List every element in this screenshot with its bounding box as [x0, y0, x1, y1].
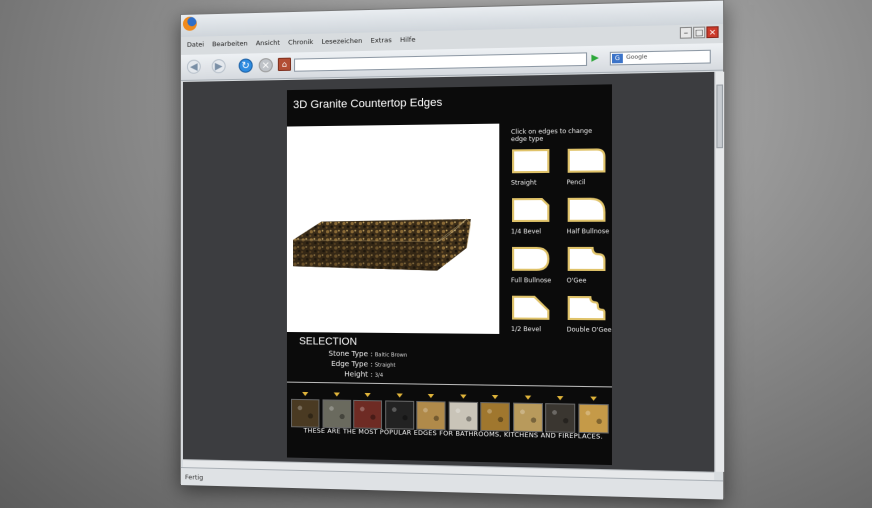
- stop-icon[interactable]: ×: [258, 58, 273, 73]
- vertical-scrollbar[interactable]: [714, 71, 725, 472]
- selection-title: SELECTION: [299, 336, 357, 348]
- preview-panel: [286, 123, 500, 334]
- swatch-arrow-icon: [427, 393, 435, 399]
- menu-ansicht[interactable]: Ansicht: [256, 39, 280, 48]
- edge-pencil-label: Pencil: [566, 178, 586, 187]
- swatch-arrow-icon: [396, 393, 403, 398]
- swatch-arrow-icon: [302, 391, 309, 397]
- menu-datei[interactable]: Datei: [187, 40, 204, 48]
- stone-type-label: Stone Type :: [328, 349, 373, 359]
- minimize-icon[interactable]: –: [679, 26, 693, 39]
- address-bar[interactable]: [294, 52, 588, 72]
- swatch-arrow-icon: [333, 392, 340, 397]
- stone-swatch[interactable]: [480, 402, 510, 432]
- go-arrow-icon[interactable]: ▶: [589, 52, 601, 65]
- forward-arrow-icon[interactable]: ▶: [211, 59, 226, 74]
- search-placeholder: Google: [626, 54, 648, 61]
- edge-full-bullnose-button[interactable]: [511, 246, 551, 272]
- menu-extras[interactable]: Extras: [371, 36, 392, 45]
- page-viewport: 3D Granite Countertop Edges Click on edg…: [182, 71, 715, 472]
- page-title: 3D Granite Countertop Edges: [293, 96, 443, 112]
- search-input[interactable]: G Google: [609, 49, 711, 66]
- swatch-arrow-icon: [491, 394, 499, 400]
- stone-swatch[interactable]: [577, 403, 609, 434]
- stone-swatch[interactable]: [384, 400, 414, 430]
- stone-swatch[interactable]: [353, 399, 383, 430]
- edge-quarter-bevel-button[interactable]: [511, 197, 551, 223]
- edge-type-value: Straight: [374, 362, 396, 369]
- browser-window: – □ × Datei Bearbeiten Ansicht Chronik L…: [180, 0, 725, 500]
- edge-half-bullnose-label: Half Bullnose: [566, 228, 610, 236]
- edge-type-label: Edge Type :: [331, 359, 373, 369]
- edge-hint: Click on edges to change edge type: [510, 127, 593, 144]
- stone-swatch[interactable]: [322, 399, 351, 429]
- edge-double-ogee-label: Double O'Gee: [566, 326, 612, 334]
- firefox-logo-icon: [182, 16, 197, 31]
- back-arrow-icon[interactable]: ◀: [186, 59, 201, 74]
- menu-hilfe[interactable]: Hilfe: [400, 35, 415, 44]
- edge-half-bullnose-button[interactable]: [567, 197, 607, 223]
- swatch-arrow-icon: [364, 392, 371, 398]
- swatch-arrow-icon: [459, 394, 467, 399]
- edge-pencil-button[interactable]: [567, 147, 607, 174]
- google-icon[interactable]: G: [611, 53, 623, 64]
- swatch-arrow-icon: [589, 396, 597, 401]
- stone-type-value: Baltic Brown: [374, 352, 408, 359]
- stone-type-row: Stone Type : Baltic Brown: [311, 349, 408, 359]
- menu-lesezeichen[interactable]: Lesezeichen: [321, 37, 362, 46]
- stone-swatch[interactable]: [416, 400, 446, 431]
- close-icon[interactable]: ×: [706, 26, 719, 39]
- edge-straight-button[interactable]: [511, 148, 551, 174]
- edge-half-bevel-button[interactable]: [511, 295, 551, 321]
- stone-swatch[interactable]: [291, 398, 320, 428]
- edge-ogee-button[interactable]: [567, 246, 607, 272]
- edge-full-bullnose-label: Full Bullnose: [510, 277, 552, 285]
- menu-bearbeiten[interactable]: Bearbeiten: [212, 39, 248, 48]
- height-value: 3/4: [374, 372, 384, 379]
- divider: [286, 381, 612, 388]
- granite-block-image: [293, 213, 471, 271]
- swatch-arrow-icon: [556, 396, 564, 401]
- height-label: Height :: [344, 370, 373, 379]
- home-icon[interactable]: ⌂: [277, 57, 292, 72]
- scrollbar-thumb[interactable]: [716, 84, 724, 149]
- edge-quarter-bevel-label: 1/4 Bevel: [510, 228, 542, 236]
- menu-chronik[interactable]: Chronik: [288, 38, 313, 47]
- stone-swatch-row: [287, 84, 612, 434]
- edge-type-row: Edge Type : Straight: [311, 360, 395, 369]
- stone-swatch[interactable]: [545, 403, 576, 433]
- edge-half-bevel-label: 1/2 Bevel: [510, 325, 542, 334]
- reload-icon[interactable]: ↻: [238, 58, 253, 73]
- edge-double-ogee-button[interactable]: [567, 295, 607, 321]
- swatch-arrow-icon: [524, 395, 531, 400]
- maximize-icon[interactable]: □: [693, 26, 706, 39]
- stone-swatch[interactable]: [448, 401, 478, 431]
- status-text: Fertig: [184, 473, 204, 482]
- height-row: Height :3/4: [311, 370, 383, 379]
- edge-straight-label: Straight: [510, 179, 537, 187]
- granite-edges-app: 3D Granite Countertop Edges Click on edg…: [286, 84, 612, 466]
- edge-ogee-label: O'Gee: [566, 277, 587, 285]
- window-controls: – □ ×: [679, 26, 719, 39]
- stone-swatch[interactable]: [512, 402, 543, 433]
